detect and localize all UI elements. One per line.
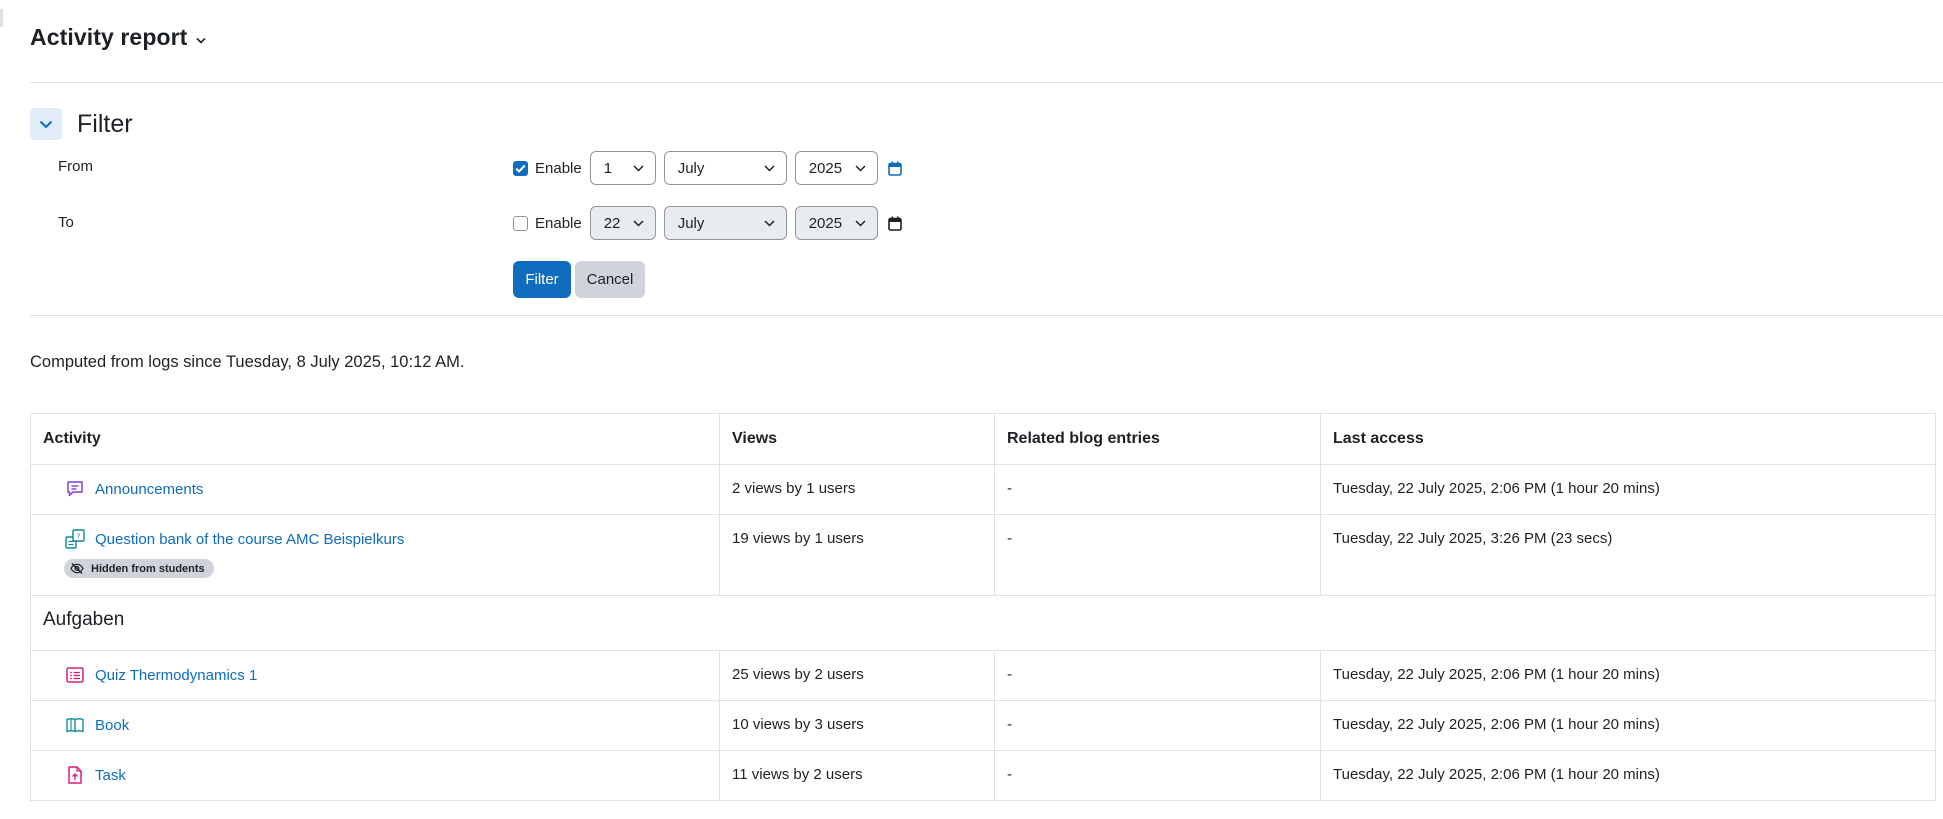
table-row: Announcements 2 views by 1 users - Tuesd… bbox=[31, 465, 1935, 515]
blog-cell: - bbox=[1007, 480, 1012, 497]
to-label: To bbox=[58, 214, 74, 231]
from-year-select[interactable]: 2025 bbox=[794, 151, 878, 185]
blog-cell: - bbox=[1007, 666, 1012, 683]
activity-link-group: Quiz Thermodynamics 1 bbox=[64, 664, 257, 686]
from-calendar-icon[interactable] bbox=[887, 161, 902, 176]
to-enable-label: Enable bbox=[535, 214, 582, 232]
activity-link-question-bank[interactable]: Question bank of the course AMC Beispiel… bbox=[95, 531, 404, 548]
computed-from-logs-text: Computed from logs since Tuesday, 8 July… bbox=[30, 353, 465, 371]
to-month-value: July bbox=[677, 214, 705, 232]
last-access-cell: Tuesday, 22 July 2025, 2:06 PM (1 hour 2… bbox=[1333, 766, 1660, 783]
to-year-select[interactable]: 2025 bbox=[794, 206, 878, 240]
chevron-down-icon bbox=[196, 32, 207, 47]
filter-heading: Filter bbox=[77, 109, 133, 138]
from-label: From bbox=[58, 158, 93, 175]
header-views[interactable]: Views bbox=[719, 414, 994, 464]
header-related-blog-entries[interactable]: Related blog entries bbox=[994, 414, 1320, 464]
blog-cell: - bbox=[1007, 716, 1012, 733]
header-activity[interactable]: Activity bbox=[31, 414, 719, 464]
quiz-icon bbox=[64, 664, 86, 686]
from-enable-checkbox[interactable] bbox=[513, 160, 528, 176]
checkmark-icon bbox=[515, 164, 526, 173]
to-date-group: Enable 22 July 2025 bbox=[513, 206, 902, 240]
activity-link-book[interactable]: Book bbox=[95, 717, 129, 734]
table-header-row: Activity Views Related blog entries Last… bbox=[31, 414, 1935, 465]
blog-cell: - bbox=[1007, 766, 1012, 783]
from-day-value: 1 bbox=[603, 159, 613, 177]
to-year-value: 2025 bbox=[808, 214, 843, 232]
chevron-down-icon bbox=[855, 219, 866, 227]
collapse-filter-button[interactable] bbox=[30, 108, 62, 140]
table-row: Book 10 views by 3 users - Tuesday, 22 J… bbox=[31, 701, 1935, 751]
activity-link-group: Task bbox=[64, 764, 126, 786]
to-month-select[interactable]: July bbox=[663, 206, 787, 240]
cancel-button[interactable]: Cancel bbox=[575, 261, 645, 298]
activity-link-task[interactable]: Task bbox=[95, 767, 126, 784]
last-access-cell: Tuesday, 22 July 2025, 2:06 PM (1 hour 2… bbox=[1333, 716, 1660, 733]
svg-text:?: ? bbox=[77, 533, 81, 541]
activity-link-group: ? Question bank of the course AMC Beispi… bbox=[64, 528, 404, 550]
filter-button[interactable]: Filter bbox=[513, 261, 571, 298]
activity-link-announcements[interactable]: Announcements bbox=[95, 481, 203, 498]
from-enable-label: Enable bbox=[535, 159, 582, 177]
blog-cell: - bbox=[1007, 530, 1012, 547]
forum-icon bbox=[64, 478, 86, 500]
page-title: Activity report bbox=[30, 24, 188, 50]
last-access-cell: Tuesday, 22 July 2025, 2:06 PM (1 hour 2… bbox=[1333, 480, 1660, 497]
activity-link-group: Book bbox=[64, 714, 129, 736]
from-year-value: 2025 bbox=[808, 159, 843, 177]
to-day-value: 22 bbox=[603, 214, 621, 232]
activity-report-page: Activity report Filter From Enable 1 Jul… bbox=[0, 0, 1943, 819]
book-icon bbox=[64, 714, 86, 736]
views-cell: 25 views by 2 users bbox=[732, 666, 864, 683]
eye-slash-icon bbox=[70, 563, 84, 574]
divider bbox=[30, 82, 1943, 83]
edge-marker bbox=[0, 9, 3, 27]
to-enable-checkbox[interactable] bbox=[513, 215, 528, 231]
from-month-value: July bbox=[677, 159, 705, 177]
from-day-select[interactable]: 1 bbox=[589, 151, 656, 185]
report-selector[interactable]: Activity report bbox=[30, 24, 207, 51]
from-date-group: Enable 1 July 2025 bbox=[513, 151, 902, 185]
question-bank-icon: ? bbox=[64, 528, 86, 550]
table-row: Quiz Thermodynamics 1 25 views by 2 user… bbox=[31, 651, 1935, 701]
divider bbox=[30, 315, 1943, 316]
assignment-icon bbox=[64, 764, 86, 786]
section-title: Aufgaben bbox=[43, 609, 125, 630]
chevron-down-icon bbox=[764, 164, 775, 172]
chevron-down-icon bbox=[633, 164, 644, 172]
activity-link-group: Announcements bbox=[64, 478, 203, 500]
views-cell: 10 views by 3 users bbox=[732, 716, 864, 733]
filter-header: Filter bbox=[30, 108, 133, 140]
from-month-select[interactable]: July bbox=[663, 151, 787, 185]
views-cell: 11 views by 2 users bbox=[732, 766, 863, 783]
chevron-down-icon bbox=[855, 164, 866, 172]
hidden-from-students-badge: Hidden from students bbox=[64, 559, 214, 578]
section-row: Aufgaben bbox=[31, 596, 1935, 651]
to-calendar-icon[interactable] bbox=[887, 216, 902, 231]
chevron-down-icon bbox=[764, 219, 775, 227]
chevron-down-icon bbox=[633, 219, 644, 227]
to-day-select[interactable]: 22 bbox=[589, 206, 656, 240]
last-access-cell: Tuesday, 22 July 2025, 3:26 PM (23 secs) bbox=[1333, 530, 1613, 547]
last-access-cell: Tuesday, 22 July 2025, 2:06 PM (1 hour 2… bbox=[1333, 666, 1660, 683]
activity-link-quiz[interactable]: Quiz Thermodynamics 1 bbox=[95, 667, 257, 684]
views-cell: 2 views by 1 users bbox=[732, 480, 856, 497]
header-last-access[interactable]: Last access bbox=[1320, 414, 1935, 464]
table-row: ? Question bank of the course AMC Beispi… bbox=[31, 515, 1935, 596]
views-cell: 19 views by 1 users bbox=[732, 530, 864, 547]
badge-label: Hidden from students bbox=[91, 562, 205, 575]
chevron-down-icon bbox=[39, 120, 53, 128]
activity-table: Activity Views Related blog entries Last… bbox=[30, 413, 1936, 801]
table-row: Task 11 views by 2 users - Tuesday, 22 J… bbox=[31, 751, 1935, 800]
